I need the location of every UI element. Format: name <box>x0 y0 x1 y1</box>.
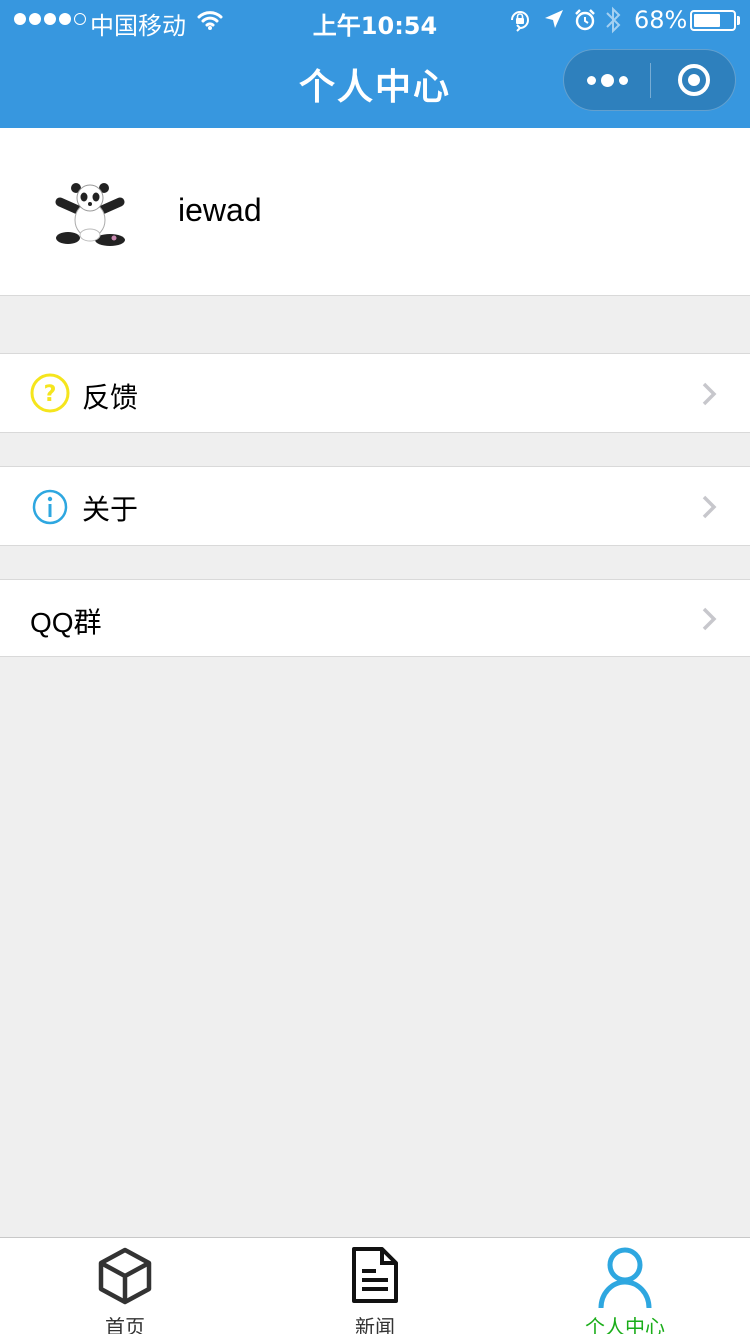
username: iewad <box>178 192 262 228</box>
panda-avatar-icon[interactable] <box>50 180 130 252</box>
status-bar: 中国移动 上午10:54 68% <box>0 0 750 40</box>
chevron-right-icon <box>700 606 718 636</box>
user-icon <box>500 1246 750 1314</box>
battery-nub <box>737 16 740 25</box>
chevron-right-icon <box>700 381 718 411</box>
tab-label: 首页 <box>105 1315 145 1334</box>
menu-item-label: QQ群 <box>30 607 102 638</box>
bluetooth-icon <box>604 5 622 41</box>
tab-profile[interactable]: 个人中心 <box>500 1238 750 1334</box>
cube-icon <box>0 1246 250 1310</box>
help-circle-icon: ? <box>30 373 70 417</box>
svg-text:?: ? <box>44 382 57 407</box>
tab-home[interactable]: 首页 <box>0 1238 250 1334</box>
info-circle-icon <box>30 487 70 531</box>
top-header: 中国移动 上午10:54 68% 个人中心 <box>0 0 750 128</box>
profile-card: iewad <box>0 128 750 296</box>
location-icon <box>543 8 565 36</box>
menu-item-label: 反馈 <box>82 381 139 414</box>
battery-percent: 68% <box>634 6 688 34</box>
alarm-icon <box>573 8 597 38</box>
menu-item-qq-group[interactable]: QQ群 <box>0 579 750 657</box>
orientation-lock-icon <box>508 8 532 38</box>
menu-capsule <box>563 49 736 111</box>
menu-item-feedback[interactable]: ? 反馈 <box>0 353 750 433</box>
battery-icon <box>690 10 736 31</box>
tab-news[interactable]: 新闻 <box>250 1238 500 1334</box>
close-target-icon[interactable] <box>651 50 737 110</box>
chevron-right-icon <box>700 494 718 524</box>
tab-label: 个人中心 <box>585 1315 665 1334</box>
battery-fill <box>694 14 720 27</box>
document-icon <box>250 1246 500 1308</box>
tab-bar: 首页 新闻 个人中心 <box>0 1237 750 1334</box>
tab-label: 新闻 <box>355 1315 395 1334</box>
more-icon[interactable] <box>564 50 650 110</box>
menu-item-about[interactable]: 关于 <box>0 466 750 546</box>
menu-item-label: 关于 <box>82 493 139 526</box>
